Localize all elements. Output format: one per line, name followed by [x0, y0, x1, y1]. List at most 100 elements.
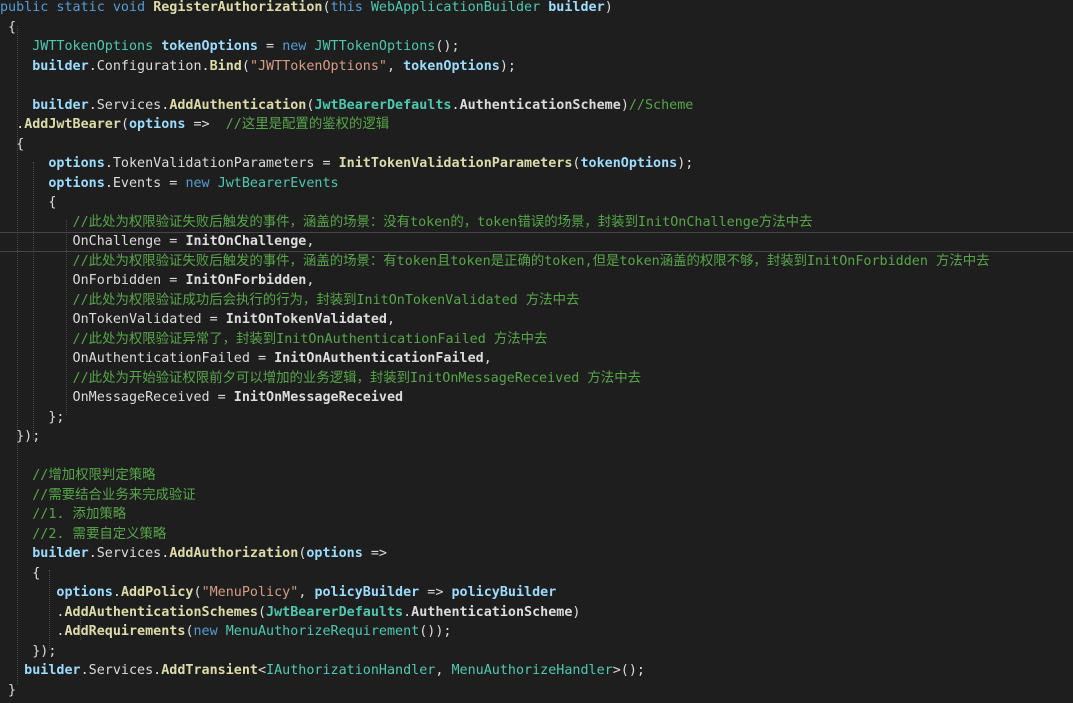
code-token: AddJwtBearer [24, 117, 121, 132]
code-line[interactable]: //此处为权限验证异常了，封装到InitOnAuthenticationFail… [0, 330, 1073, 350]
code-token: ( [193, 585, 202, 600]
code-token: { [0, 195, 57, 210]
code-token: builder [0, 546, 89, 561]
code-token: ) [572, 604, 581, 620]
code-token: tokenOptions [403, 58, 500, 74]
code-line[interactable]: OnForbidden = InitOnForbidden, [0, 271, 1073, 291]
code-token: options [0, 175, 105, 191]
code-token: ); [677, 156, 694, 171]
code-token: (); [435, 39, 460, 54]
code-line[interactable]: { [0, 135, 1073, 155]
code-token: MenuAuthorizeRequirement [225, 624, 420, 639]
code-token: , [387, 58, 404, 74]
code-token: public static void [0, 0, 154, 15]
code-line[interactable]: { [0, 564, 1073, 584]
code-token: .Configuration. [88, 58, 210, 74]
code-token: InitTokenValidationParameters [338, 156, 573, 171]
code-line[interactable]: }); [0, 427, 1073, 447]
code-token: //2. 需要自定义策略 [0, 526, 167, 542]
code-token: }); [0, 429, 41, 444]
code-line[interactable]: builder.Configuration.Bind("JWTTokenOpti… [0, 57, 1073, 77]
code-line[interactable]: public static void RegisterAuthorization… [0, 0, 1073, 18]
code-line[interactable]: //此处为权限验证失败后触发的事件，涵盖的场景：有token且token是正确的… [0, 252, 1073, 272]
code-token: }); [0, 643, 57, 659]
code-line[interactable]: options.Events = new JwtBearerEvents [0, 174, 1073, 194]
code-token: JWTTokenOptions [314, 39, 436, 54]
code-line[interactable]: } [0, 681, 1073, 701]
code-token: . [0, 117, 25, 132]
code-token: RegisterAuthorization [153, 0, 323, 15]
code-line[interactable] [0, 447, 1073, 467]
code-token: . [112, 585, 121, 600]
code-token: this [330, 0, 371, 15]
code-token: //此处为权限验证失败后触发的事件，涵盖的场景：有token且token是正确的… [0, 253, 990, 269]
code-line[interactable]: }; [0, 408, 1073, 428]
code-line[interactable]: { [0, 193, 1073, 213]
code-line[interactable]: OnChallenge = InitOnChallenge, [0, 232, 1073, 252]
code-token: , [306, 273, 315, 288]
code-token: tokenOptions [580, 156, 678, 171]
code-token: } [0, 682, 17, 698]
code-token: ) [604, 0, 613, 15]
code-token: //这里是配置的鉴权的逻辑 [225, 117, 390, 132]
code-token: , [386, 312, 396, 327]
code-token: ( [241, 58, 250, 74]
code-line[interactable]: OnAuthenticationFailed = InitOnAuthentic… [0, 349, 1073, 369]
code-token: { [0, 565, 41, 581]
code-line[interactable]: //1. 添加策略 [0, 505, 1073, 525]
code-token: AddRequirements [64, 624, 186, 639]
code-token: WebApplicationBuilder [370, 0, 549, 15]
code-token: builder [0, 97, 89, 113]
code-line[interactable]: builder.Services.AddAuthorization(option… [0, 544, 1073, 564]
code-line[interactable]: //增加权限判定策略 [0, 466, 1073, 486]
code-line[interactable]: options.TokenValidationParameters = Init… [0, 154, 1073, 174]
code-token: JwtBearerDefaults [266, 604, 404, 620]
code-line[interactable]: //此处为权限验证成功后会执行的行为，封装到InitOnTokenValidat… [0, 291, 1073, 311]
code-token: Bind [209, 58, 242, 74]
code-token: { [0, 136, 25, 152]
code-line[interactable]: builder.Services.AddAuthentication(JwtBe… [0, 96, 1073, 116]
code-token: InitOnTokenValidated [225, 312, 387, 327]
code-line[interactable]: .AddAuthenticationSchemes(JwtBearerDefau… [0, 603, 1073, 623]
code-token: builder [548, 0, 605, 15]
code-token: policyBuilder [314, 585, 420, 600]
code-line[interactable]: { [0, 18, 1073, 38]
code-token: , [435, 663, 452, 678]
code-line[interactable] [0, 76, 1073, 96]
code-token: }; [0, 409, 65, 425]
code-token: //需要结合业务来完成验证 [0, 487, 196, 503]
code-token: AddAuthenticationSchemes [64, 604, 258, 620]
code-token: AddAuthentication [169, 97, 307, 113]
code-line[interactable]: //此处为权限验证失败后触发的事件，涵盖的场景：没有token的，token错误… [0, 213, 1073, 233]
code-editor[interactable]: public static void RegisterAuthorization… [0, 0, 1073, 703]
code-token: .Events = [104, 175, 186, 191]
code-token: ( [120, 117, 129, 132]
code-token: AddAuthorization [169, 546, 299, 561]
code-token: policyBuilder [451, 585, 557, 600]
code-line[interactable]: }); [0, 642, 1073, 662]
code-token: options [129, 117, 186, 132]
code-token: AuthenticationScheme [411, 604, 573, 620]
code-line[interactable]: .AddRequirements(new MenuAuthorizeRequir… [0, 622, 1073, 642]
code-line[interactable]: //2. 需要自定义策略 [0, 525, 1073, 545]
code-token: //1. 添加策略 [0, 507, 127, 522]
code-token: new [193, 624, 226, 639]
code-token: OnChallenge = [0, 234, 186, 249]
code-line[interactable]: //此处为开始验证权限前夕可以增加的业务逻辑，封装到InitOnMessageR… [0, 369, 1073, 389]
code-token: options [306, 546, 363, 561]
code-line[interactable]: OnMessageReceived = InitOnMessageReceive… [0, 388, 1073, 408]
code-token: //此处为开始验证权限前夕可以增加的业务逻辑，封装到InitOnMessageR… [0, 370, 641, 386]
code-token: //Scheme [628, 97, 694, 113]
code-line[interactable]: .AddJwtBearer(options => //这里是配置的鉴权的逻辑 [0, 115, 1073, 135]
code-line[interactable]: options.AddPolicy("MenuPolicy", policyBu… [0, 583, 1073, 603]
code-line[interactable]: JWTTokenOptions tokenOptions = new JWTTo… [0, 37, 1073, 57]
code-line[interactable]: //需要结合业务来完成验证 [0, 486, 1073, 506]
code-line[interactable]: builder.Services.AddTransient<IAuthoriza… [0, 661, 1073, 681]
code-token: => [362, 546, 387, 561]
code-token: => [419, 585, 452, 600]
code-line[interactable]: OnTokenValidated = InitOnTokenValidated, [0, 310, 1073, 330]
code-token: .Services. [80, 663, 162, 678]
code-token: . [0, 624, 65, 639]
code-token: ); [499, 58, 516, 74]
code-token: { [0, 19, 17, 35]
